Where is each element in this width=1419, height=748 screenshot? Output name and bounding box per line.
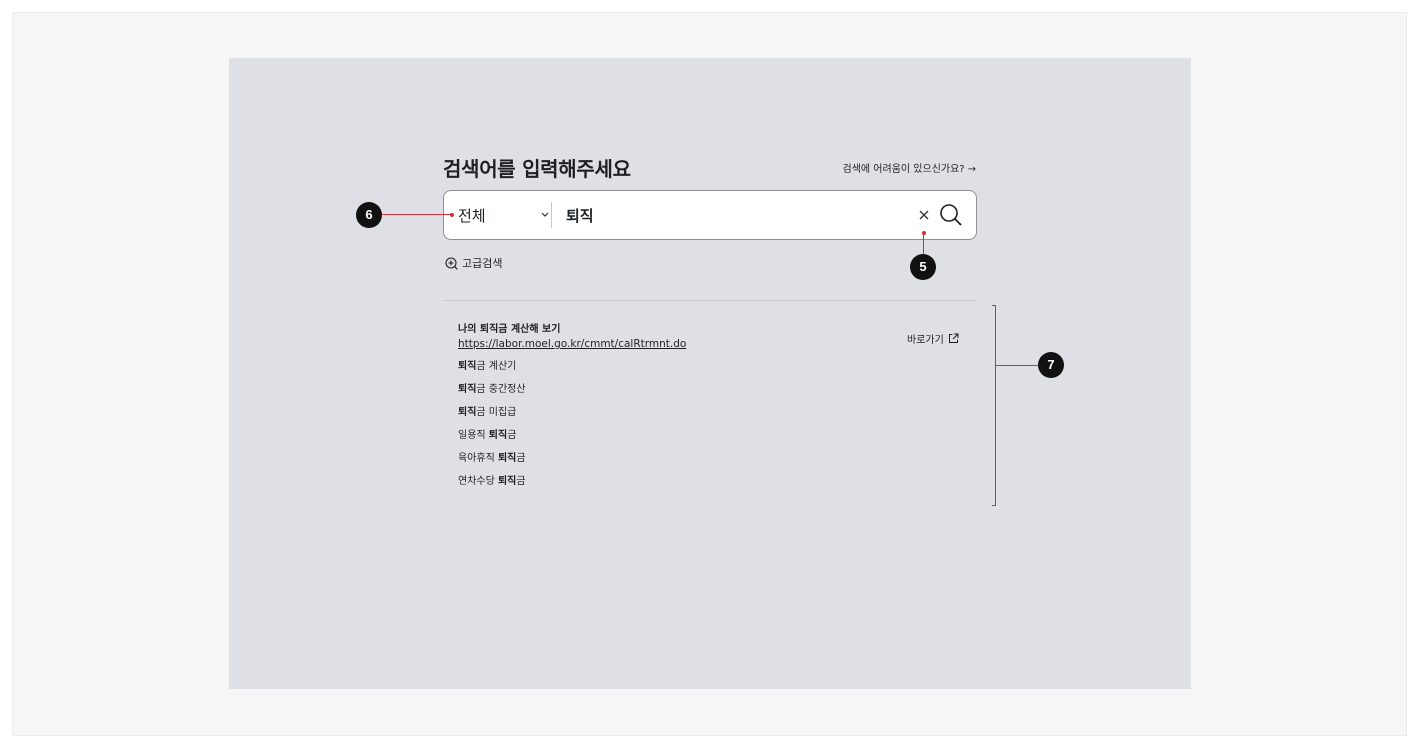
annotation-line-6 <box>382 214 452 215</box>
suggestion-item[interactable]: 퇴직금 미집급 <box>458 406 516 420</box>
advanced-search-button[interactable]: 고급검색 <box>445 255 502 271</box>
suggestion-highlight: 퇴직 <box>458 361 477 372</box>
annotation-bracket-bottom <box>992 505 996 506</box>
search-bar: 전체 <box>443 190 977 240</box>
annotation-line-7 <box>995 365 1038 366</box>
main-result: 나의 퇴직금 계산해 보기 https://labor.moel.go.kr/c… <box>458 323 686 351</box>
zoom-in-icon <box>445 256 458 270</box>
external-link-icon <box>948 333 959 343</box>
annotation-marker-7: 7 <box>1038 352 1064 378</box>
arrow-right-icon: → <box>967 164 976 175</box>
suggestion-item[interactable]: 퇴직금 중간정산 <box>458 383 526 397</box>
suggestion-highlight: 퇴직 <box>497 476 517 487</box>
suggestion-item[interactable]: 연차수당 퇴직금 <box>458 475 526 489</box>
search-input[interactable] <box>566 191 896 239</box>
results-divider <box>443 300 977 301</box>
suggestion-text: 금 <box>507 430 517 441</box>
suggestion-item[interactable]: 일용직 퇴직금 <box>458 429 516 443</box>
chevron-down-icon <box>540 205 550 228</box>
goto-label: 바로가기 <box>907 335 944 346</box>
search-divider <box>551 202 552 228</box>
annotation-line-5 <box>923 233 924 254</box>
suggestion-text: 금 미집급 <box>476 407 517 418</box>
suggestion-highlight: 퇴직 <box>497 453 517 464</box>
suggestion-highlight: 퇴직 <box>458 384 477 395</box>
scope-value: 전체 <box>458 206 486 225</box>
suggestion-prefix: 일용직 <box>458 430 489 441</box>
suggestion-text: 금 중간정산 <box>476 384 526 395</box>
suggestion-item[interactable]: 육아휴직 퇴직금 <box>458 452 526 466</box>
search-icon[interactable] <box>938 202 964 228</box>
suggestion-prefix: 육아휴직 <box>458 453 498 464</box>
search-help-label: 검색에 어려움이 있으신가요? <box>842 164 965 175</box>
suggestion-highlight: 퇴직 <box>458 407 477 418</box>
close-icon[interactable] <box>914 204 934 226</box>
main-result-title: 나의 퇴직금 계산해 보기 <box>458 324 561 335</box>
advanced-search-label: 고급검색 <box>462 257 503 270</box>
search-help-link[interactable]: 검색에 어려움이 있으신가요? → <box>843 160 976 175</box>
scope-select[interactable]: 전체 <box>458 191 550 239</box>
suggestion-text: 금 <box>516 453 526 464</box>
annotation-bracket-line <box>995 305 996 506</box>
goto-button[interactable]: 바로가기 <box>907 331 959 346</box>
annotation-marker-6: 6 <box>356 202 382 228</box>
suggestion-text: 금 <box>516 476 526 487</box>
suggestion-highlight: 퇴직 <box>488 430 508 441</box>
annotation-dot-6 <box>450 212 454 217</box>
suggestion-text: 금 계산기 <box>476 361 517 372</box>
suggestion-prefix: 연차수당 <box>458 476 498 487</box>
annotation-marker-5: 5 <box>910 254 936 280</box>
main-result-url[interactable]: https://labor.moel.go.kr/cmmt/calRtrmnt.… <box>458 337 686 351</box>
page-title: 검색어를 입력해주세요 <box>443 157 631 181</box>
suggestion-item[interactable]: 퇴직금 계산기 <box>458 360 516 374</box>
